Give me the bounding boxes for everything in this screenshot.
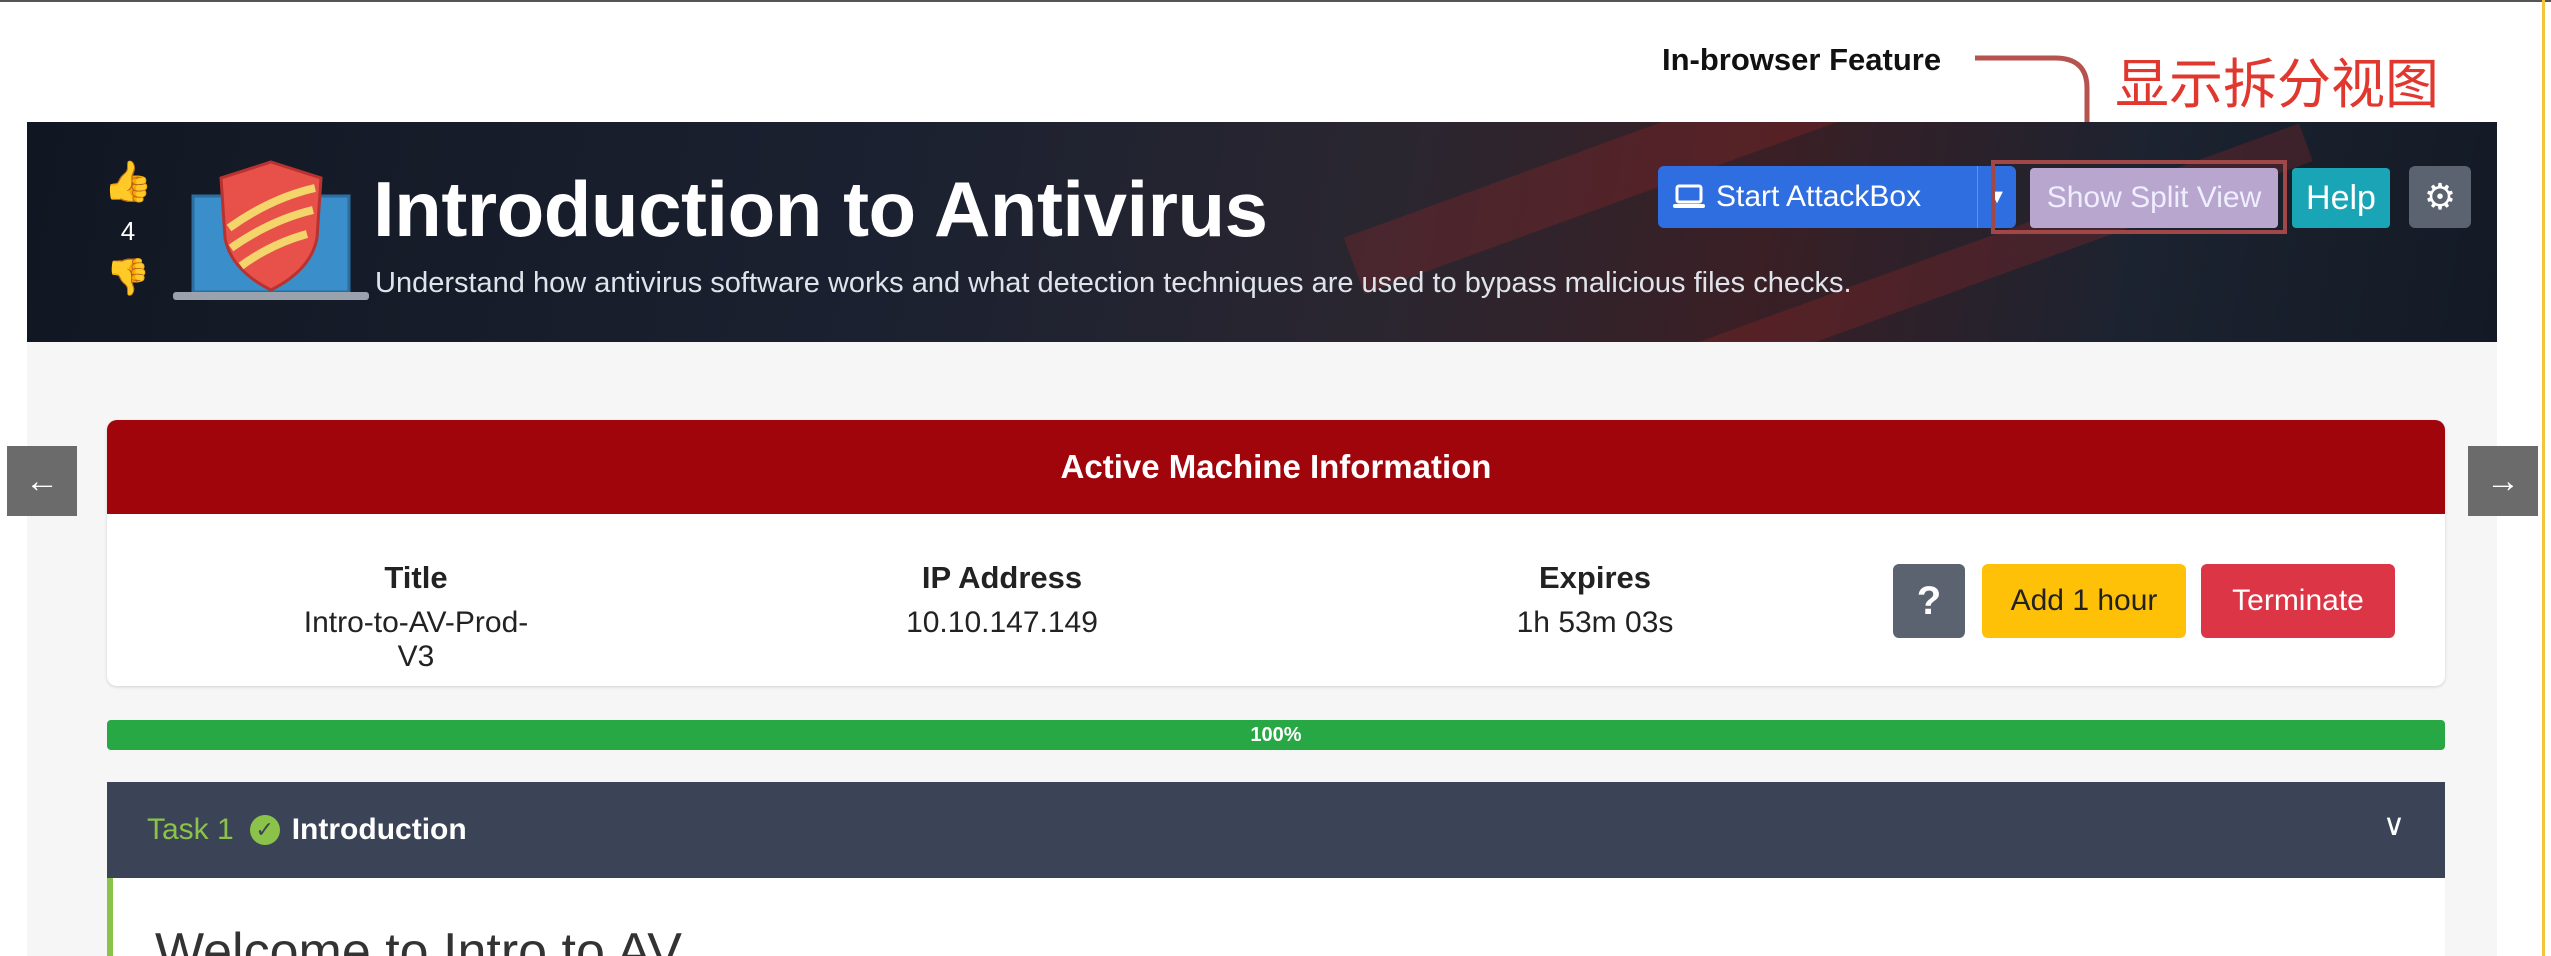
task-body: Welcome to Intro to AV — [107, 878, 2445, 956]
settings-button[interactable]: ⚙ — [2409, 166, 2471, 228]
page-title: Introduction to Antivirus — [373, 165, 1268, 253]
thumbs-up-icon[interactable]: 👍 — [103, 162, 153, 202]
machine-title-column: Title Intro-to-AV-Prod-V3 — [293, 560, 539, 674]
progress-label: 100% — [1250, 723, 1302, 746]
annotation-chinese-label: 显示拆分视图 — [2115, 53, 2439, 116]
vote-widget: 👍 4 👎 — [103, 162, 153, 297]
start-attackbox-label: Start AttackBox — [1716, 180, 1922, 213]
task-body-heading: Welcome to Intro to AV — [155, 923, 682, 956]
annotation-label: In-browser Feature — [1662, 42, 1942, 77]
machine-title-value: Intro-to-AV-Prod-V3 — [303, 606, 529, 673]
previous-room-button[interactable]: ← — [7, 446, 77, 516]
room-progress-bar: 100% — [107, 720, 2445, 750]
help-button[interactable]: Help — [2292, 168, 2390, 228]
thumbs-down-icon[interactable]: 👎 — [103, 257, 153, 297]
room-description: Understand how antivirus software works … — [375, 267, 1852, 299]
window-right-border — [2542, 0, 2545, 956]
shield-laptop-icon — [173, 160, 369, 300]
vote-count: 4 — [120, 216, 136, 246]
next-room-button[interactable]: → — [2468, 446, 2538, 516]
machine-title-label: Title — [384, 560, 448, 595]
active-machine-heading: Active Machine Information — [107, 420, 2445, 514]
terminate-button[interactable]: Terminate — [2201, 564, 2395, 638]
check-circle-icon: ✓ — [249, 815, 280, 845]
task-number: Task 1 — [147, 813, 234, 846]
machine-expires-column: Expires 1h 53m 03s — [1477, 560, 1713, 640]
active-machine-card: Active Machine Information Title Intro-t… — [107, 420, 2445, 686]
machine-expires-value: 1h 53m 03s — [1516, 606, 1674, 639]
machine-ip-column: IP Address 10.10.147.149 — [867, 560, 1137, 640]
machine-help-button[interactable]: ? — [1893, 564, 1965, 638]
window-top-border — [0, 0, 2551, 2]
laptop-icon — [1673, 184, 1705, 208]
task-header[interactable]: Task 1 ✓ Introduction ∨ — [107, 782, 2445, 878]
chevron-down-icon[interactable]: ∨ — [2383, 808, 2405, 843]
add-hour-button[interactable]: Add 1 hour — [1982, 564, 2186, 638]
show-split-view-button[interactable]: Show Split View — [2030, 168, 2278, 228]
machine-ip-label: IP Address — [921, 560, 1083, 595]
room-header-banner: 👍 4 👎 Introduction to Antivirus Understa… — [27, 122, 2497, 342]
gear-icon: ⚙ — [2423, 176, 2457, 217]
task-name: Introduction — [291, 813, 467, 846]
start-attackbox-button[interactable]: Start AttackBox ▼ — [1658, 166, 2016, 228]
machine-expires-label: Expires — [1538, 560, 1651, 595]
machine-ip-value[interactable]: 10.10.147.149 — [867, 606, 1137, 640]
